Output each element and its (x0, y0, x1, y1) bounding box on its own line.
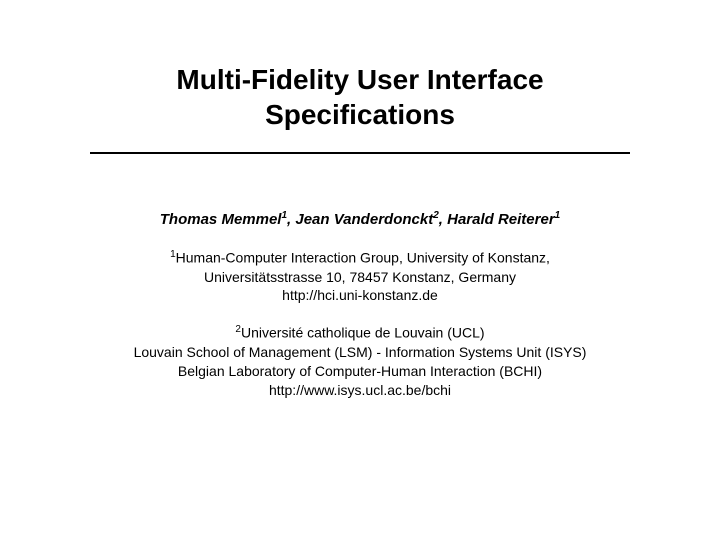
author-3-name: Harald Reiterer (447, 211, 555, 228)
affil-1-line-3: http://hci.uni-konstanz.de (282, 287, 438, 303)
affil-2-line-4: http://www.isys.ucl.ac.be/bchi (269, 382, 451, 398)
author-sep-2: , (439, 211, 447, 228)
affil-2-line-1: Université catholique de Louvain (UCL) (241, 325, 485, 341)
author-2-name: Jean Vanderdonckt (295, 211, 433, 228)
title-line-2: Specifications (265, 99, 455, 130)
affil-1-line-2: Universitätsstrasse 10, 78457 Konstanz, … (204, 269, 516, 285)
authors-line: Thomas Memmel1, Jean Vanderdonckt2, Hara… (0, 210, 720, 228)
author-3-sup: 1 (555, 210, 561, 221)
title-rule (90, 152, 630, 154)
affil-2-line-2: Louvain School of Management (LSM) - Inf… (134, 344, 587, 360)
affiliation-2: 2Université catholique de Louvain (UCL) … (0, 323, 720, 399)
slide-title: Multi-Fidelity User Interface Specificat… (60, 62, 660, 132)
affil-2-line-3: Belgian Laboratory of Computer-Human Int… (178, 363, 542, 379)
affiliation-1: 1Human-Computer Interaction Group, Unive… (0, 248, 720, 305)
slide: Multi-Fidelity User Interface Specificat… (0, 0, 720, 540)
author-1-name: Thomas Memmel (160, 211, 282, 228)
affil-1-line-1: Human-Computer Interaction Group, Univer… (176, 250, 550, 266)
title-line-1: Multi-Fidelity User Interface (176, 64, 543, 95)
